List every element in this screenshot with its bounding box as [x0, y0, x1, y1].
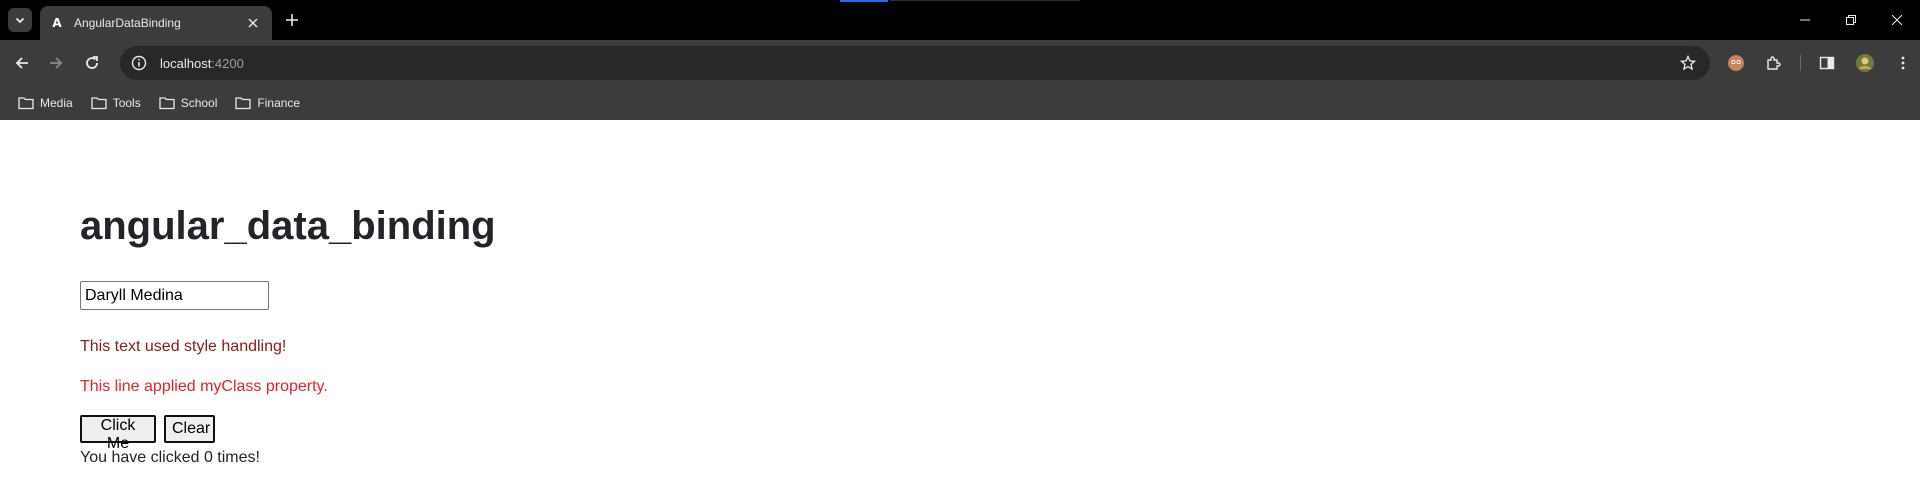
side-panel-icon	[1819, 56, 1835, 70]
toolbar-separator	[1800, 55, 1801, 71]
active-tab[interactable]: A AngularDataBinding	[40, 6, 272, 40]
page-title: angular_data_binding	[80, 204, 496, 248]
window-accent-secondary	[890, 0, 1080, 1]
click-count-text: You have clicked 0 times!	[80, 449, 260, 466]
back-button[interactable]	[10, 51, 34, 75]
close-window-button[interactable]	[1874, 0, 1920, 40]
bookmark-finance[interactable]: Finance	[229, 90, 306, 116]
restore-button[interactable]	[1828, 0, 1874, 40]
extensions-area	[1724, 51, 1915, 75]
profile-avatar-button[interactable]	[1853, 51, 1877, 75]
page-content: angular_data_binding This text used styl…	[0, 120, 1920, 494]
bookmark-label: Finance	[257, 96, 301, 110]
name-input[interactable]	[80, 281, 269, 310]
extensions-button[interactable]	[1762, 51, 1786, 75]
bookmark-tools[interactable]: Tools	[85, 90, 147, 116]
info-icon	[131, 55, 147, 71]
click-me-button[interactable]: Click Me	[80, 415, 156, 452]
folder-icon	[18, 97, 34, 110]
url-host: localhost	[160, 55, 212, 71]
style-handling-text: This text used style handling!	[80, 338, 287, 355]
tab-close-button[interactable]	[244, 14, 262, 32]
chrome-menu-button[interactable]	[1891, 51, 1915, 75]
close-icon	[1892, 15, 1902, 25]
window-controls	[1782, 0, 1920, 40]
window-accent	[840, 0, 888, 2]
avatar-icon	[1856, 54, 1874, 72]
puzzle-icon	[1767, 56, 1781, 70]
folder-icon	[91, 97, 107, 110]
reload-icon	[86, 56, 98, 69]
bookmark-star-button[interactable]	[1678, 53, 1698, 73]
minimize-button[interactable]	[1782, 0, 1828, 40]
bookmarks-bar: Media Tools School Finance	[0, 86, 1920, 120]
minimize-icon	[1800, 19, 1810, 21]
avatar-icon	[1728, 55, 1744, 71]
restore-icon	[1846, 15, 1856, 25]
back-arrow-icon	[15, 57, 28, 69]
address-bar[interactable]: localhost:4200	[120, 46, 1710, 80]
bookmark-school[interactable]: School	[153, 90, 224, 116]
close-icon	[248, 18, 258, 28]
bookmark-media[interactable]: Media	[12, 90, 79, 116]
reload-button[interactable]	[80, 51, 104, 75]
side-panel-button[interactable]	[1815, 51, 1839, 75]
site-info-button[interactable]	[122, 46, 156, 80]
new-tab-button[interactable]	[282, 10, 302, 30]
tab-strip: A AngularDataBinding	[0, 0, 1920, 40]
tab-search-button[interactable]	[8, 8, 32, 32]
chevron-down-icon	[15, 17, 25, 24]
profile-extension-button[interactable]	[1724, 51, 1748, 75]
forward-arrow-icon	[50, 57, 63, 69]
folder-icon	[235, 97, 252, 110]
tab-title: AngularDataBinding	[74, 16, 181, 30]
folder-icon	[159, 97, 175, 110]
forward-button[interactable]	[44, 51, 68, 75]
bookmark-label: School	[180, 96, 218, 110]
clear-button[interactable]: Clear	[164, 415, 215, 443]
url-port: :4200	[211, 55, 244, 71]
more-vert-icon	[1901, 56, 1905, 70]
bookmark-label: Media	[40, 96, 73, 110]
plus-icon	[286, 14, 298, 26]
class-binding-text: This line applied myClass property.	[80, 378, 328, 395]
bookmark-label: Tools	[112, 96, 141, 110]
url-text: localhost:4200	[160, 56, 244, 71]
star-icon	[1680, 55, 1696, 71]
angular-icon: A	[52, 16, 62, 30]
browser-toolbar: localhost:4200	[0, 40, 1920, 86]
